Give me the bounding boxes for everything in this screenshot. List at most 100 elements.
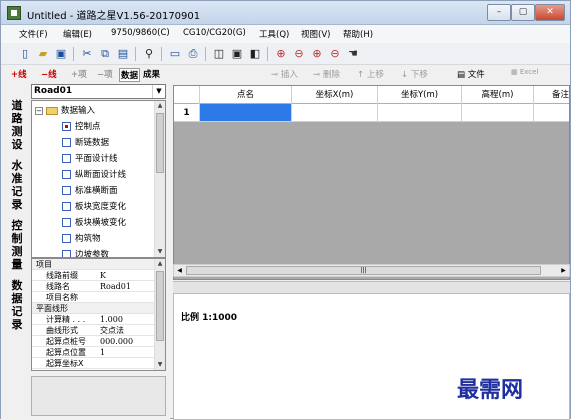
open-icon[interactable]: ▰ (35, 46, 51, 62)
menu-view[interactable]: 视图(V) (301, 28, 330, 40)
cell-x[interactable] (292, 104, 378, 122)
menu-9750[interactable]: 9750/9860(C) (111, 28, 170, 38)
prop-group-project[interactable]: 项目 (32, 259, 156, 270)
move-up-button[interactable]: ↑ 上移 (357, 68, 384, 80)
zoom-extent-icon[interactable]: ⊕ (273, 46, 289, 62)
zoom-in-icon[interactable]: ⊕ (309, 46, 325, 62)
item-icon (62, 202, 71, 211)
tree-item-control-point[interactable]: 控制点 (62, 120, 101, 132)
cell-name[interactable] (200, 104, 292, 122)
cell-note[interactable] (534, 104, 569, 122)
window-title: Untitled - 道路之星V1.56-20170901 (27, 11, 201, 22)
tree-item-vertical-line[interactable]: 纵断面设计线 (62, 168, 126, 180)
scroll-down-icon[interactable]: ▼ (155, 247, 165, 257)
col-header-elevation[interactable]: 高程(m) (462, 86, 534, 104)
item-icon (62, 186, 71, 195)
delete-button[interactable]: ⊸ 删除 (313, 68, 340, 80)
cell-y[interactable] (378, 104, 462, 122)
tree-item-chain-break[interactable]: 断链数据 (62, 136, 109, 148)
scroll-thumb[interactable] (156, 271, 164, 341)
print-preview-icon[interactable]: ▭ (167, 46, 183, 62)
close-button[interactable]: ✕ (535, 4, 565, 21)
scroll-up-icon[interactable]: ▲ (155, 101, 165, 111)
scroll-thumb[interactable]: ||| (186, 266, 541, 275)
new-icon[interactable]: ▯ (17, 46, 33, 62)
pan-icon[interactable]: ☚ (345, 46, 361, 62)
menu-edit[interactable]: 编辑(E) (63, 28, 92, 40)
splitter[interactable] (173, 281, 570, 293)
tree-item-structure[interactable]: 构筑物 (62, 232, 101, 244)
props-scrollbar[interactable]: ▲ ▼ (154, 259, 165, 370)
tree-item-horizontal-line[interactable]: 平面设计线 (62, 152, 118, 164)
scroll-down-icon[interactable]: ▼ (155, 360, 165, 370)
result-tab-button[interactable]: 成果 (143, 68, 160, 80)
prop-row[interactable]: 起算点桩号 000.000 (32, 336, 156, 347)
tree-item-standard-section[interactable]: 标准横断面 (62, 184, 118, 196)
col-header-note[interactable]: 备注 (534, 86, 569, 104)
vtab-control-survey[interactable]: 控制测量 (9, 219, 25, 271)
prop-row[interactable]: 计算精 . . . 1.000 (32, 314, 156, 325)
layout3-icon[interactable]: ◧ (247, 46, 263, 62)
row-number[interactable]: 1 (174, 104, 200, 122)
print-icon[interactable]: ⎙ (185, 46, 201, 62)
layout2-icon[interactable]: ▣ (229, 46, 245, 62)
title-bar[interactable]: Untitled - 道路之星V1.56-20170901 – ▢ ✕ (1, 1, 570, 25)
item-icon (62, 170, 71, 179)
save-icon[interactable]: ▣ (53, 46, 69, 62)
cut-icon[interactable]: ✂ (79, 46, 95, 62)
scroll-up-icon[interactable]: ▲ (155, 259, 165, 269)
vtab-data-record[interactable]: 数据记录 (9, 279, 25, 331)
cell-elevation[interactable] (462, 104, 534, 122)
add-line-button[interactable]: +线 (11, 68, 27, 80)
scroll-right-icon[interactable]: ▶ (558, 265, 569, 276)
add-item-button[interactable]: +项 (71, 68, 87, 80)
find-icon[interactable]: ⚲ (141, 46, 157, 62)
layout1-icon[interactable]: ◫ (211, 46, 227, 62)
collapse-icon[interactable]: − (35, 106, 43, 115)
road-select-value: Road01 (34, 86, 73, 96)
prop-row[interactable]: 曲线形式 交点法 (32, 325, 156, 336)
scroll-thumb[interactable] (156, 113, 164, 173)
prop-group-horizontal[interactable]: 平面线形 (32, 303, 156, 314)
main-window: Untitled - 道路之星V1.56-20170901 – ▢ ✕ 文件(F… (0, 0, 571, 420)
menu-bar: 文件(F) 编辑(E) 9750/9860(C) CG10/CG20(G) 工具… (1, 25, 570, 43)
minimize-button[interactable]: – (487, 4, 511, 21)
excel-button[interactable]: ▦ Excel (511, 68, 538, 76)
drawing-canvas[interactable]: 比例 1:1000 最需网 (173, 293, 570, 420)
menu-help[interactable]: 帮助(H) (343, 28, 373, 40)
move-down-button[interactable]: ↓ 下移 (401, 68, 428, 80)
vtab-level-record[interactable]: 水准记录 (9, 159, 25, 211)
data-tab-button[interactable]: 数据 (119, 68, 141, 82)
grid-hscrollbar[interactable]: ◀ ||| ▶ (173, 264, 570, 277)
zoom-window-icon[interactable]: ⊖ (291, 46, 307, 62)
file-button[interactable]: ▤ 文件 (457, 68, 485, 80)
tree-item-slope-change[interactable]: 板块横坡变化 (62, 216, 126, 228)
maximize-button[interactable]: ▢ (511, 4, 535, 21)
copy-icon[interactable]: ⧉ (97, 46, 113, 62)
road-select[interactable]: Road01 ▼ (31, 84, 166, 99)
chevron-down-icon[interactable]: ▼ (152, 85, 165, 98)
menu-file[interactable]: 文件(F) (19, 28, 48, 40)
prop-row[interactable]: 起算坐标X (32, 358, 156, 369)
col-header-y[interactable]: 坐标Y(m) (378, 86, 462, 104)
delete-line-button[interactable]: −线 (41, 68, 57, 80)
col-header-x[interactable]: 坐标X(m) (292, 86, 378, 104)
scroll-left-icon[interactable]: ◀ (174, 265, 185, 276)
zoom-out-icon[interactable]: ⊖ (327, 46, 343, 62)
tree-item-side-slope[interactable]: 边坡参数 (62, 248, 109, 257)
tree-item-width-change[interactable]: 板块宽度变化 (62, 200, 126, 212)
col-header-name[interactable]: 点名 (200, 86, 292, 104)
item-icon (62, 138, 71, 147)
tree-scrollbar[interactable]: ▲ ▼ (154, 101, 165, 257)
prop-row[interactable]: 线路前缀 K (32, 270, 156, 281)
menu-tools[interactable]: 工具(Q) (259, 28, 289, 40)
insert-button[interactable]: ⊸ 插入 (271, 68, 298, 80)
prop-row[interactable]: 起算点位置 1 (32, 347, 156, 358)
menu-cg10[interactable]: CG10/CG20(G) (183, 28, 246, 38)
vtab-road-setout[interactable]: 道路测设 (9, 99, 25, 151)
delete-item-button[interactable]: −项 (97, 68, 113, 80)
prop-row[interactable]: 项目名称 (32, 292, 156, 303)
paste-icon[interactable]: ▤ (115, 46, 131, 62)
prop-row[interactable]: 线路名 Road01 (32, 281, 156, 292)
tree-root[interactable]: − 数据输入 (35, 104, 95, 116)
